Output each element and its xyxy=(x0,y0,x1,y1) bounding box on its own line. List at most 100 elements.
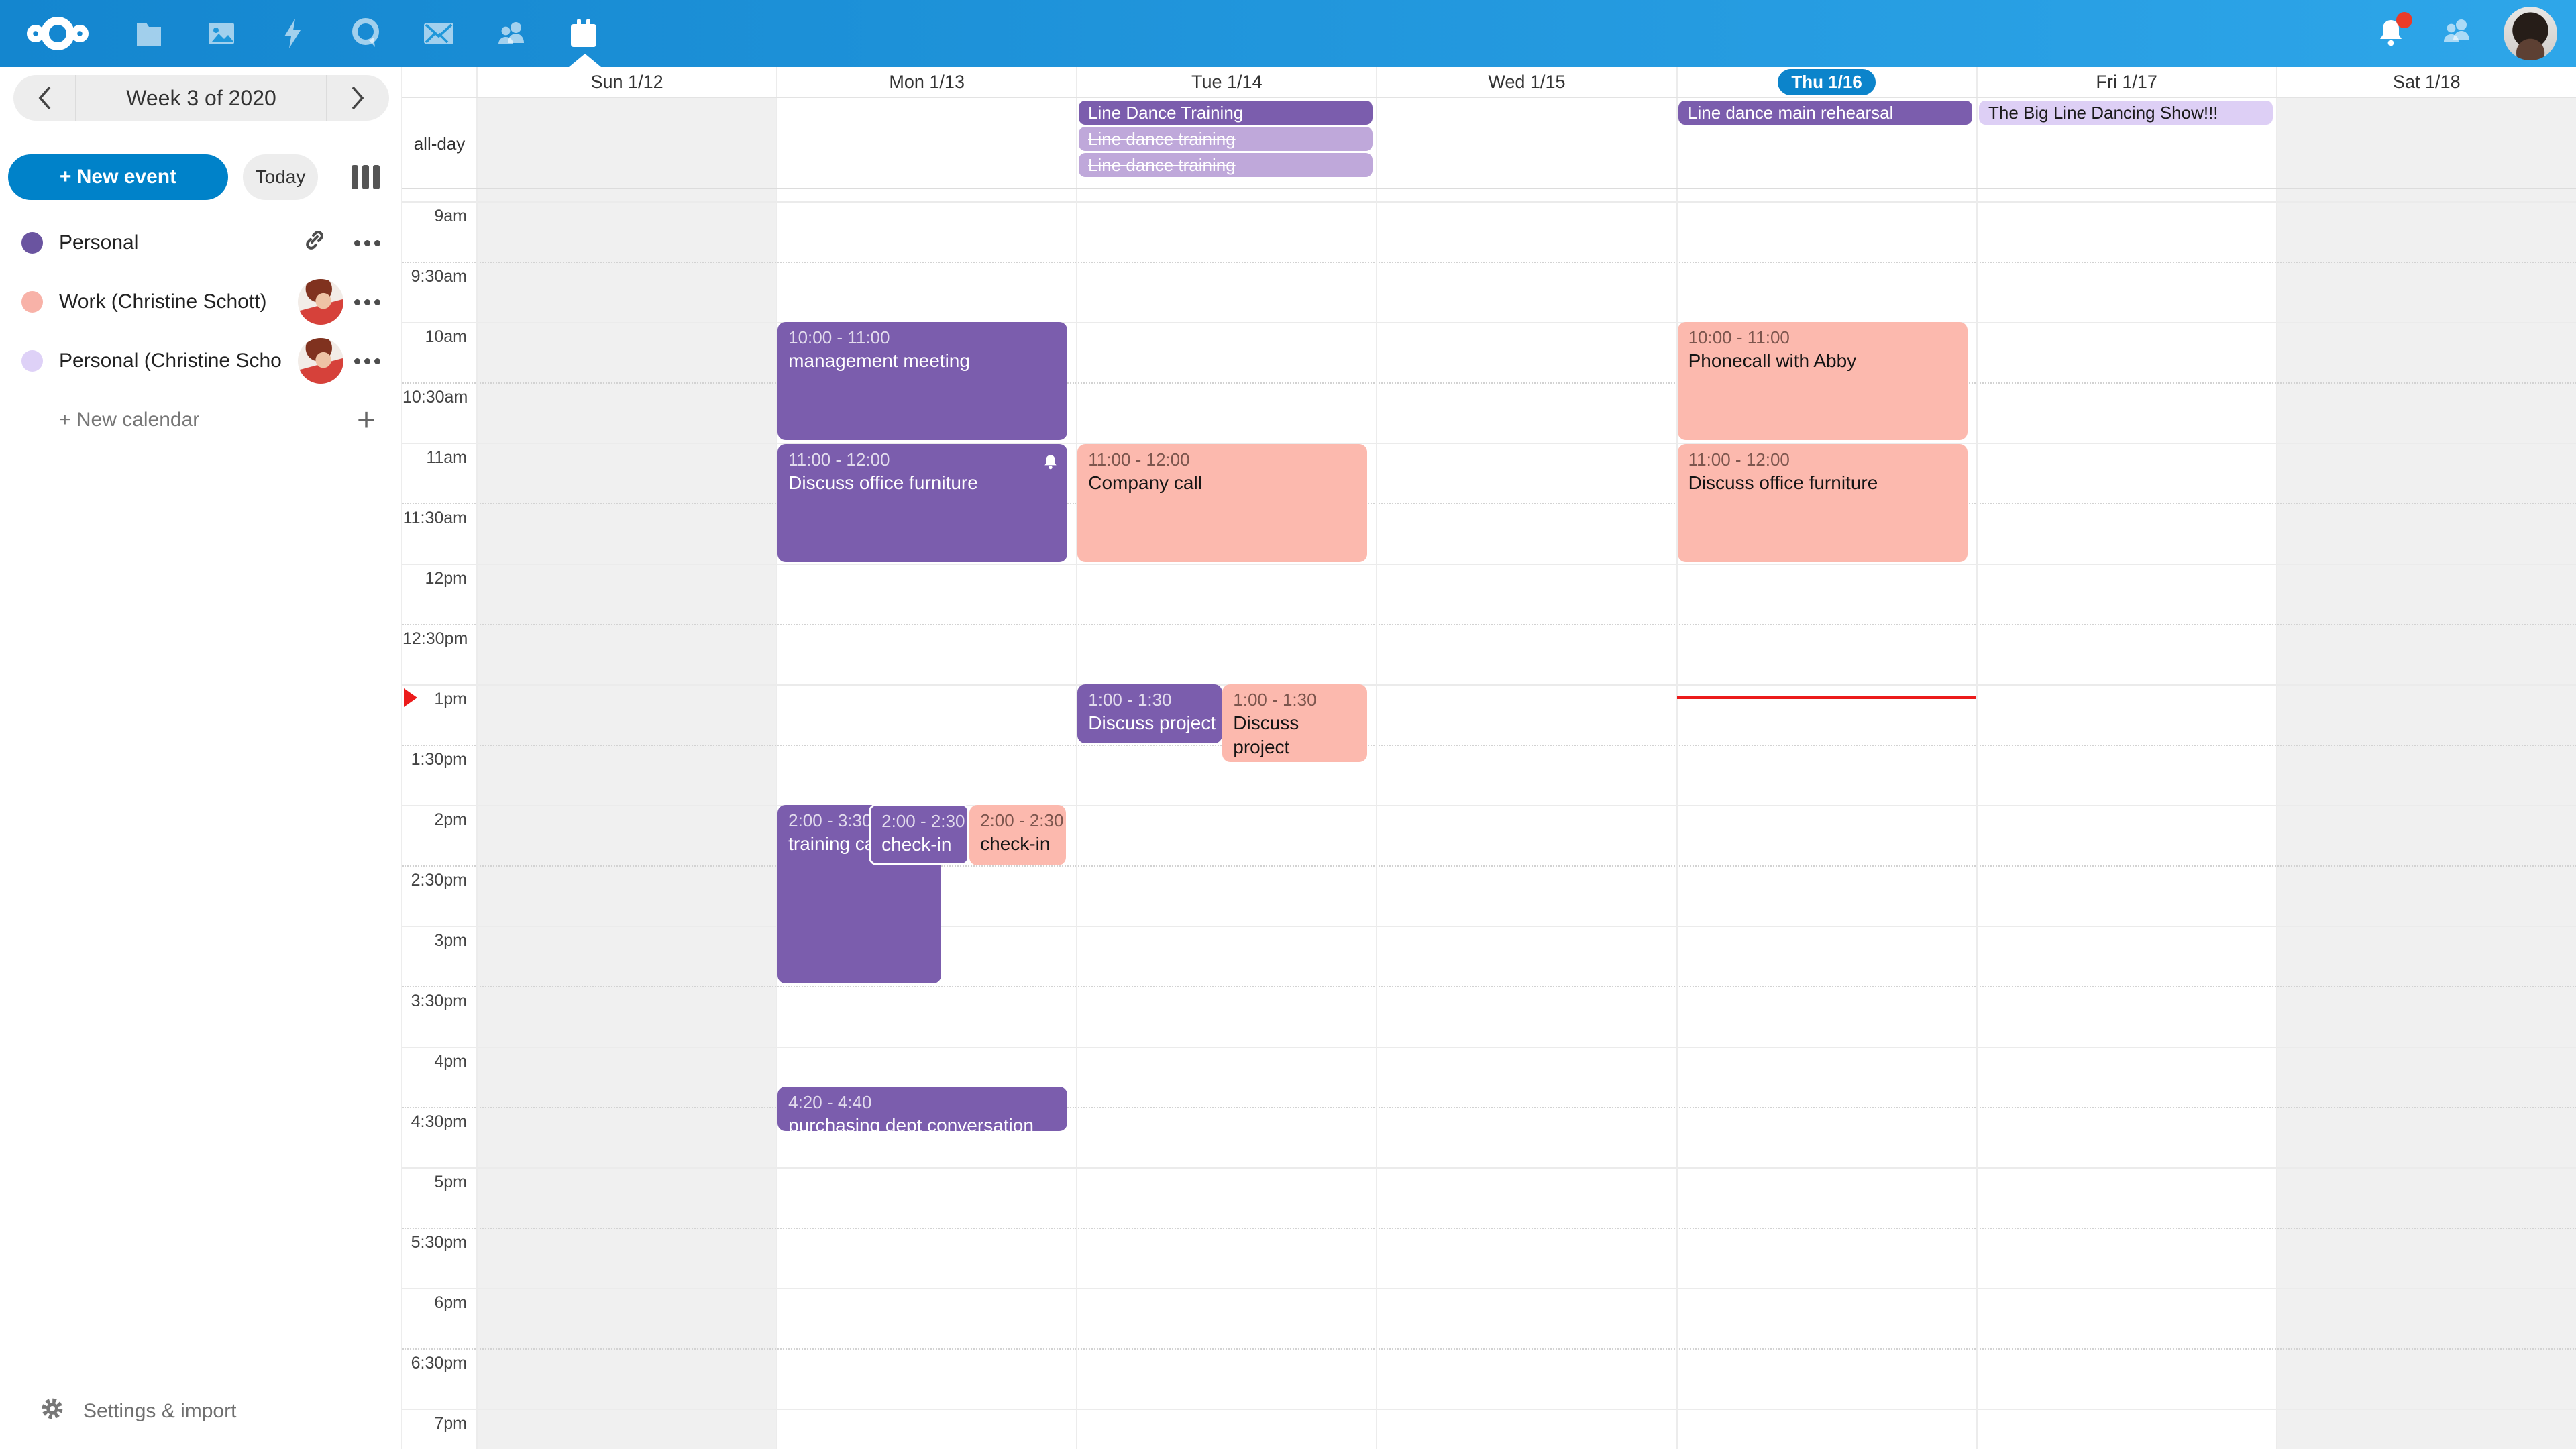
event-time: 2:00 - 2:30 xyxy=(980,809,1055,832)
allday-event[interactable]: Line dance main rehearsal xyxy=(1678,101,1972,125)
event-time: 11:00 - 12:00 xyxy=(1088,448,1356,471)
contacts-menu-icon[interactable] xyxy=(2439,13,2474,54)
calendar-actions-menu[interactable] xyxy=(352,291,383,313)
day-column-separator xyxy=(2276,189,2277,1449)
event-check-in-2[interactable]: 2:00 - 2:30 check-in xyxy=(969,805,1066,865)
time-grid[interactable]: 10:00 - 11:00 management meeting 11:00 -… xyxy=(402,189,2576,1449)
day-column-separator xyxy=(1376,189,1377,1449)
day-header-mon[interactable]: Mon 1/13 xyxy=(776,67,1076,97)
calendar-actions-menu[interactable] xyxy=(352,350,383,372)
previous-week-button[interactable] xyxy=(13,75,75,121)
talk-icon[interactable] xyxy=(346,13,386,54)
calendar-name: Personal xyxy=(59,231,284,254)
half-hour-line xyxy=(402,1348,2576,1350)
new-calendar-button[interactable]: + New calendar + xyxy=(0,390,402,449)
day-label: Fri 1/17 xyxy=(2096,72,2157,93)
half-hour-line xyxy=(402,1228,2576,1229)
calendar-list: Personal Work (Christine Schott) Persona xyxy=(0,213,402,449)
today-button[interactable]: Today xyxy=(243,154,318,200)
time-label: 10:30am xyxy=(402,388,467,407)
time-label: 6:30pm xyxy=(402,1354,467,1373)
reminder-bell-icon xyxy=(1042,451,1059,476)
calendar-color-dot[interactable] xyxy=(21,291,43,313)
day-column-tue[interactable]: 11:00 - 12:00 Company call 1:00 - 1:30 D… xyxy=(1076,189,1376,1449)
calendar-item-personal-christine[interactable]: Personal (Christine Scho… xyxy=(0,331,402,390)
hour-line xyxy=(402,805,2576,806)
calendar-actions-menu[interactable] xyxy=(352,232,383,254)
active-app-pointer xyxy=(569,54,601,67)
calendar-name: Work (Christine Schott) xyxy=(59,290,284,313)
allday-event-declined[interactable]: Line dance training xyxy=(1079,127,1373,151)
event-title: Discuss project announcement xyxy=(1088,711,1212,735)
event-check-in-1[interactable]: 2:00 - 2:30 check-in xyxy=(869,804,969,865)
all-day-cell xyxy=(2276,98,2576,188)
calendar-color-dot[interactable] xyxy=(21,232,43,254)
hour-line xyxy=(402,1409,2576,1410)
settings-import-button[interactable]: Settings & import xyxy=(0,1387,402,1436)
app-menu xyxy=(129,0,604,67)
day-label: Wed 1/15 xyxy=(1488,72,1565,93)
next-week-button[interactable] xyxy=(327,75,389,121)
calendar-item-work-christine[interactable]: Work (Christine Schott) xyxy=(0,272,402,331)
event-phonecall-with-abby[interactable]: 10:00 - 11:00 Phonecall with Abby xyxy=(1678,322,1968,440)
time-label: 1:30pm xyxy=(402,750,467,769)
event-title: Discuss office furniture xyxy=(1688,471,1957,495)
allday-event-declined[interactable]: Line dance training xyxy=(1079,153,1373,177)
calendar-icon[interactable] xyxy=(564,13,604,54)
day-label: Mon 1/13 xyxy=(889,72,965,93)
week-switcher[interactable]: Week 3 of 2020 xyxy=(13,75,389,121)
half-hour-line xyxy=(402,865,2576,867)
time-label: 7pm xyxy=(402,1414,467,1434)
mail-icon[interactable] xyxy=(419,13,459,54)
hour-line xyxy=(402,322,2576,323)
calendar-week-view: Sun 1/12 Mon 1/13 Tue 1/14 Wed 1/15 Thu … xyxy=(402,67,2576,1449)
day-header-sat[interactable]: Sat 1/18 xyxy=(2276,67,2576,97)
notification-badge xyxy=(2396,12,2412,28)
share-link-icon[interactable] xyxy=(298,228,330,258)
calendar-color-dot[interactable] xyxy=(21,350,43,372)
gear-icon xyxy=(40,1397,64,1426)
files-icon[interactable] xyxy=(129,13,169,54)
day-column-mon[interactable]: 10:00 - 11:00 management meeting 11:00 -… xyxy=(776,189,1076,1449)
event-discuss-project-announcement-2[interactable]: 1:00 - 1:30 Discuss project announcement xyxy=(1222,684,1367,762)
time-label: 3pm xyxy=(402,931,467,951)
event-time: 10:00 - 11:00 xyxy=(788,326,1057,349)
current-time-arrow xyxy=(404,688,417,707)
time-label: 3:30pm xyxy=(402,991,467,1011)
event-discuss-office-furniture-thu[interactable]: 11:00 - 12:00 Discuss office furniture xyxy=(1678,444,1968,562)
contacts-icon[interactable] xyxy=(491,13,531,54)
notifications-bell-icon[interactable] xyxy=(2375,16,2410,51)
day-column-thu[interactable]: 10:00 - 11:00 Phonecall with Abby 11:00 … xyxy=(1676,189,1976,1449)
new-event-button[interactable]: + New event xyxy=(8,154,228,200)
day-header-wed[interactable]: Wed 1/15 xyxy=(1376,67,1676,97)
time-label: 11:30am xyxy=(402,508,467,528)
activity-icon[interactable] xyxy=(274,13,314,54)
event-discuss-office-furniture[interactable]: 11:00 - 12:00 Discuss office furniture xyxy=(777,444,1067,562)
event-discuss-project-announcement-1[interactable]: 1:00 - 1:30 Discuss project announcement xyxy=(1077,684,1222,743)
day-header-fri[interactable]: Fri 1/17 xyxy=(1976,67,2276,97)
day-header-tue[interactable]: Tue 1/14 xyxy=(1076,67,1376,97)
day-column-separator xyxy=(476,189,478,1449)
allday-event[interactable]: Line Dance Training xyxy=(1079,101,1373,125)
hour-line xyxy=(402,443,2576,444)
top-right-menu xyxy=(2375,0,2557,67)
time-label: 5:30pm xyxy=(402,1233,467,1252)
event-company-call[interactable]: 11:00 - 12:00 Company call xyxy=(1077,444,1367,562)
event-management-meeting[interactable]: 10:00 - 11:00 management meeting xyxy=(777,322,1067,440)
top-bar xyxy=(0,0,2576,67)
event-purchasing-dept-conversation[interactable]: 4:20 - 4:40 purchasing dept conversation xyxy=(777,1087,1067,1131)
photos-icon[interactable] xyxy=(201,13,241,54)
day-header-sun[interactable]: Sun 1/12 xyxy=(476,67,776,97)
user-avatar[interactable] xyxy=(2504,7,2557,60)
nextcloud-logo-icon[interactable] xyxy=(27,12,89,60)
allday-event[interactable]: The Big Line Dancing Show!!! xyxy=(1979,101,2273,125)
time-label: 11am xyxy=(402,448,467,468)
calendar-item-personal[interactable]: Personal xyxy=(0,213,402,272)
event-title: Phonecall with Abby xyxy=(1688,349,1957,373)
event-title: management meeting xyxy=(788,349,1057,373)
day-header-thu-today[interactable]: Thu 1/16 xyxy=(1676,67,1976,97)
view-toggle-icon[interactable] xyxy=(352,165,380,189)
time-label: 2pm xyxy=(402,810,467,830)
time-label: 12pm xyxy=(402,569,467,588)
plus-icon[interactable]: + xyxy=(352,402,381,439)
